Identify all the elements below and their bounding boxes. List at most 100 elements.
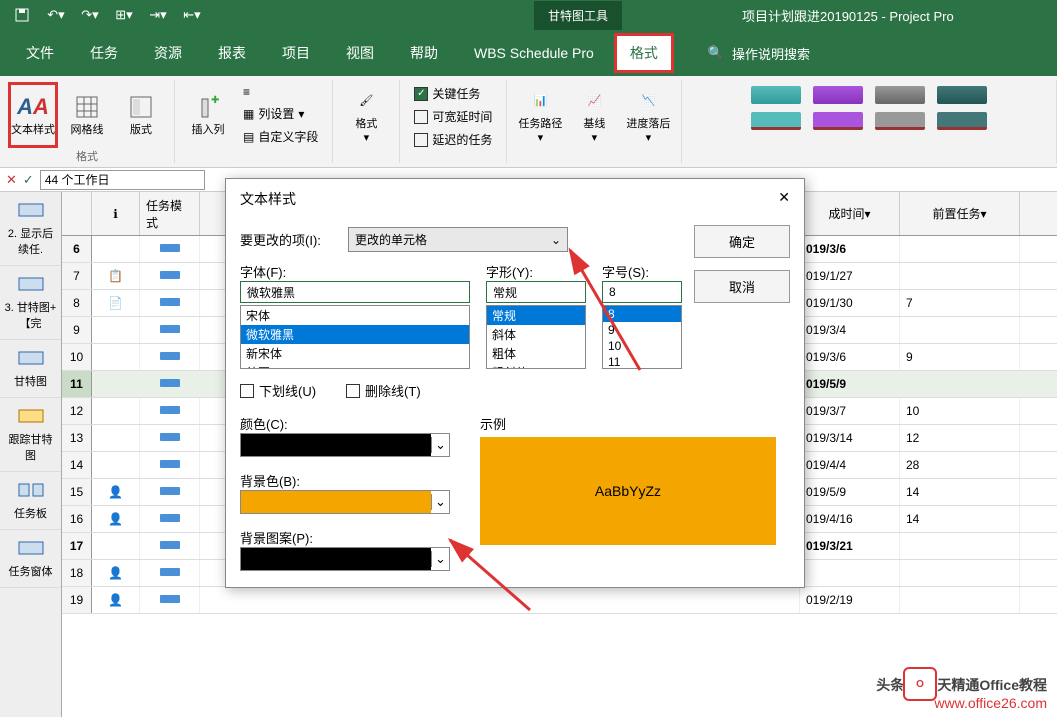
tell-me-search[interactable]: 🔍 操作说明搜索 bbox=[708, 44, 810, 63]
late-tasks-check[interactable]: 延迟的任务 bbox=[408, 128, 498, 151]
tab-file[interactable]: 文件 bbox=[10, 33, 70, 73]
gantt-style-2[interactable] bbox=[813, 86, 863, 104]
style-input[interactable] bbox=[486, 281, 586, 303]
tab-resource[interactable]: 资源 bbox=[138, 33, 198, 73]
row-id[interactable]: 18 bbox=[62, 560, 92, 586]
row-id[interactable]: 10 bbox=[62, 344, 92, 370]
pred-column-header[interactable]: 前置任务 ▾ bbox=[900, 192, 1020, 235]
custom-fields-button[interactable]: ▤自定义字段 bbox=[237, 125, 324, 148]
row-id[interactable]: 16 bbox=[62, 506, 92, 532]
baseline-icon: 📈 bbox=[580, 87, 608, 115]
align-left-icon[interactable]: ≡ bbox=[237, 82, 324, 102]
row-id[interactable]: 14 bbox=[62, 452, 92, 478]
layout-button[interactable]: 版式 bbox=[116, 82, 166, 148]
gantt-style-5[interactable] bbox=[751, 112, 801, 130]
col-settings-button[interactable]: ▦列设置 ▾ bbox=[237, 102, 324, 125]
columns-icon: ▦ bbox=[243, 107, 254, 121]
date-cell: 019/1/27 bbox=[800, 263, 900, 289]
slippage-button[interactable]: 📉进度落后 ▾ bbox=[623, 82, 673, 148]
mode-cell bbox=[140, 236, 200, 262]
pattern-combo[interactable]: ⌄ bbox=[240, 547, 450, 571]
critical-tasks-check[interactable]: ✓关键任务 bbox=[408, 82, 498, 105]
save-icon[interactable] bbox=[8, 4, 36, 26]
row-id[interactable]: 9 bbox=[62, 317, 92, 343]
tab-project[interactable]: 项目 bbox=[266, 33, 326, 73]
svg-text:✚: ✚ bbox=[211, 95, 219, 106]
view-task-form[interactable]: 任务窗体 bbox=[0, 530, 61, 588]
row-id[interactable]: 15 bbox=[62, 479, 92, 505]
style-list[interactable]: 常规 斜体 粗体 粗斜体 bbox=[486, 305, 586, 369]
date-cell: 019/1/30 bbox=[800, 290, 900, 316]
slack-check[interactable]: 可宽延时间 bbox=[408, 105, 498, 128]
tab-format[interactable]: 格式 bbox=[614, 33, 674, 73]
tab-view[interactable]: 视图 bbox=[330, 33, 390, 73]
font-input[interactable] bbox=[240, 281, 470, 303]
baseline-button[interactable]: 📈基线 ▾ bbox=[569, 82, 619, 148]
tab-task[interactable]: 任务 bbox=[74, 33, 134, 73]
color-combo[interactable]: ⌄ bbox=[240, 433, 450, 457]
strikethrough-check[interactable]: 删除线(T) bbox=[346, 381, 421, 400]
view-show-successors[interactable]: 2. 显示后续任. bbox=[0, 192, 61, 266]
bgcolor-combo[interactable]: ⌄ bbox=[240, 490, 450, 514]
cancel-entry-icon[interactable]: ✕ bbox=[6, 172, 17, 188]
view-gantt[interactable]: 甘特图 bbox=[0, 340, 61, 398]
view-task-board[interactable]: 任务板 bbox=[0, 472, 61, 530]
size-input[interactable] bbox=[602, 281, 682, 303]
gantt-style-4[interactable] bbox=[937, 86, 987, 104]
date-cell: 019/3/6 bbox=[800, 236, 900, 262]
accept-entry-icon[interactable]: ✓ bbox=[23, 172, 34, 188]
underline-check[interactable]: 下划线(U) bbox=[240, 381, 316, 400]
row-id[interactable]: 7 bbox=[62, 263, 92, 289]
outdent-icon[interactable]: ⇤▾ bbox=[178, 4, 206, 26]
date-cell bbox=[800, 560, 900, 586]
redo-icon[interactable]: ↷▾ bbox=[76, 4, 104, 26]
undo-icon[interactable]: ↶▾ bbox=[42, 4, 70, 26]
mode-cell bbox=[140, 587, 200, 613]
row-id[interactable]: 19 bbox=[62, 587, 92, 613]
link-icon[interactable]: ⊞▾ bbox=[110, 4, 138, 26]
mode-cell bbox=[140, 290, 200, 316]
gantt-style-1[interactable] bbox=[751, 86, 801, 104]
row-id[interactable]: 17 bbox=[62, 533, 92, 559]
tab-report[interactable]: 报表 bbox=[202, 33, 262, 73]
date-cell: 019/4/4 bbox=[800, 452, 900, 478]
text-styles-button[interactable]: AA 文本样式 bbox=[8, 82, 58, 148]
font-list[interactable]: 宋体 微软雅黑 新宋体 幼圆 bbox=[240, 305, 470, 369]
grid-icon bbox=[73, 93, 101, 121]
gantt-style-8[interactable] bbox=[937, 112, 987, 130]
gantt-style-6[interactable] bbox=[813, 112, 863, 130]
table-row[interactable]: 19👤019/2/19 bbox=[62, 587, 1057, 614]
insert-column-button[interactable]: ✚ 插入列 bbox=[183, 82, 233, 148]
row-id[interactable]: 6 bbox=[62, 236, 92, 262]
gantt-style-3[interactable] bbox=[875, 86, 925, 104]
item-to-change-combo[interactable]: 更改的单元格⌄ bbox=[348, 227, 568, 252]
row-id[interactable]: 11 bbox=[62, 371, 92, 397]
gridlines-button[interactable]: 网格线 bbox=[62, 82, 112, 148]
mode-cell bbox=[140, 344, 200, 370]
view-tracking-gantt[interactable]: 跟踪甘特图 bbox=[0, 398, 61, 472]
close-icon[interactable]: ✕ bbox=[778, 189, 790, 209]
ok-button[interactable]: 确定 bbox=[694, 225, 790, 258]
end-column-header[interactable]: 成时间 ▾ bbox=[800, 192, 900, 235]
row-id[interactable]: 12 bbox=[62, 398, 92, 424]
mode-cell bbox=[140, 560, 200, 586]
row-id[interactable]: 13 bbox=[62, 425, 92, 451]
format-button[interactable]: 🖌 格式 ▾ bbox=[341, 82, 391, 148]
view-gantt-complete[interactable]: 3. 甘特图+【完 bbox=[0, 266, 61, 340]
entry-input[interactable] bbox=[40, 170, 205, 190]
indent-icon[interactable]: ⇥▾ bbox=[144, 4, 172, 26]
size-list[interactable]: 8 9 10 11 bbox=[602, 305, 682, 369]
tab-wbs[interactable]: WBS Schedule Pro bbox=[458, 35, 610, 71]
tab-help[interactable]: 帮助 bbox=[394, 33, 454, 73]
cancel-button[interactable]: 取消 bbox=[694, 270, 790, 303]
mode-column-header[interactable]: 任务模式 bbox=[140, 192, 200, 235]
pred-cell bbox=[900, 371, 1020, 397]
gantt-style-7[interactable] bbox=[875, 112, 925, 130]
date-cell: 019/3/7 bbox=[800, 398, 900, 424]
size-label: 字号(S): bbox=[602, 262, 682, 281]
info-column-header[interactable]: ℹ bbox=[92, 192, 140, 235]
task-path-button[interactable]: 📊任务路径 ▾ bbox=[515, 82, 565, 148]
path-icon: 📊 bbox=[526, 87, 554, 115]
row-id[interactable]: 8 bbox=[62, 290, 92, 316]
pred-cell bbox=[900, 236, 1020, 262]
